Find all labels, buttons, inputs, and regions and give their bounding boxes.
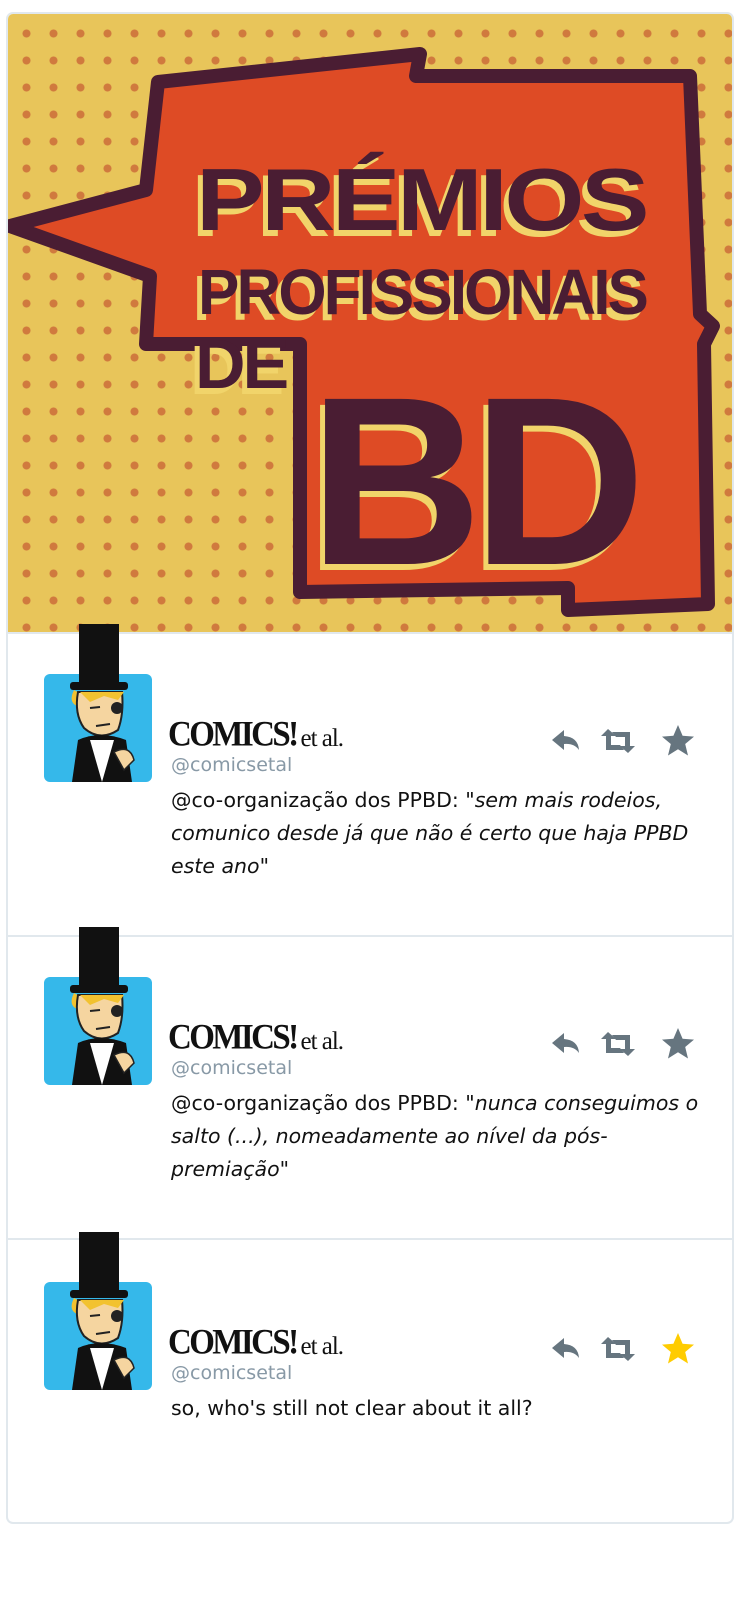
star-shape — [662, 1333, 694, 1364]
tweet-text: so, who's still not clear about it all? — [171, 1392, 711, 1425]
top-hat-character-icon — [70, 927, 135, 1085]
tweet-item[interactable]: COMICS! et al. @comicsetal @co-organizaç… — [8, 624, 732, 937]
tweet-text: @co-organização dos PPBD: "sem mais rode… — [171, 784, 711, 883]
tweet-text-prefix: @co-organização dos PPBD: " — [171, 788, 475, 812]
account-name-suffix: et al. — [300, 1028, 344, 1055]
tweet-actions — [548, 1330, 698, 1370]
star-shape — [662, 725, 694, 756]
timeline-card: PRÉMIOS PROFISSIONAIS DE BD PRÉMIOS PROF… — [6, 12, 734, 1524]
account-name[interactable]: COMICS! et al. — [168, 1018, 344, 1061]
banner-title-line2: PROFISSIONAIS — [198, 256, 647, 328]
account-name-main: COMICS! — [168, 715, 299, 754]
avatar[interactable] — [44, 622, 154, 782]
banner-title-line4: BD — [309, 347, 636, 615]
tweet-text-prefix: so, who's still not clear about it all? — [171, 1396, 533, 1420]
account-name-suffix: et al. — [300, 1333, 344, 1360]
avatar[interactable] — [44, 925, 154, 1085]
account-name-main: COMICS! — [168, 1018, 299, 1057]
account-handle[interactable]: @comicsetal — [171, 1362, 292, 1384]
reply-icon[interactable] — [548, 1330, 586, 1368]
retweet-icon[interactable] — [599, 722, 637, 760]
tweet-text-suffix: " — [279, 1157, 290, 1181]
tweet-actions — [548, 1025, 698, 1065]
ppbd-banner-image: PRÉMIOS PROFISSIONAIS DE BD PRÉMIOS PROF… — [8, 14, 732, 632]
avatar[interactable] — [44, 1230, 154, 1390]
top-hat-character-icon — [70, 1232, 135, 1390]
retweet-icon[interactable] — [599, 1025, 637, 1063]
speech-bubble-logo: PRÉMIOS PROFISSIONAIS DE BD PRÉMIOS PROF… — [8, 47, 720, 621]
tweet-text-prefix: @co-organização dos PPBD: " — [171, 1091, 475, 1115]
tweet-item[interactable]: COMICS! et al. @comicsetal so, who's sti… — [8, 1232, 732, 1522]
star-icon[interactable] — [659, 722, 697, 760]
reply-icon[interactable] — [548, 722, 586, 760]
star-shape — [662, 1028, 694, 1059]
tweet-text-suffix: " — [259, 854, 269, 878]
account-handle[interactable]: @comicsetal — [171, 1057, 292, 1079]
banner-title-line3: DE — [195, 325, 287, 403]
reply-icon[interactable] — [548, 1025, 586, 1063]
banner-title-line1: PRÉMIOS — [196, 150, 646, 249]
account-name[interactable]: COMICS! et al. — [168, 1323, 344, 1366]
account-name-main: COMICS! — [168, 1323, 299, 1362]
tweet-actions — [548, 722, 698, 762]
star-icon[interactable] — [659, 1025, 697, 1063]
retweet-icon[interactable] — [599, 1330, 637, 1368]
star-icon[interactable] — [659, 1330, 697, 1368]
account-handle[interactable]: @comicsetal — [171, 754, 292, 776]
top-hat-character-icon — [70, 624, 135, 782]
tweet-item[interactable]: COMICS! et al. @comicsetal @co-organizaç… — [8, 927, 732, 1240]
account-name-suffix: et al. — [300, 725, 344, 752]
tweet-text: @co-organização dos PPBD: "nunca consegu… — [171, 1087, 711, 1186]
account-name[interactable]: COMICS! et al. — [168, 715, 344, 758]
